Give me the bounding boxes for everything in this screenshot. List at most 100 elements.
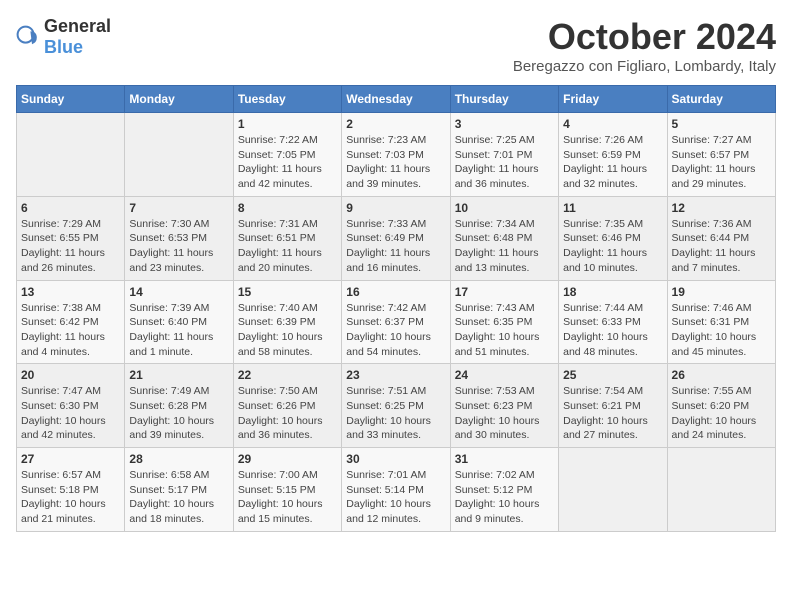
day-detail: Sunrise: 7:51 AMSunset: 6:25 PMDaylight:… bbox=[346, 384, 445, 443]
title-area: October 2024 Beregazzo con Figliaro, Lom… bbox=[513, 16, 776, 75]
day-number: 6 bbox=[21, 201, 120, 215]
calendar-cell: 21 Sunrise: 7:49 AMSunset: 6:28 PMDayligh… bbox=[125, 364, 233, 448]
calendar-cell: 7 Sunrise: 7:30 AMSunset: 6:53 PMDaylight… bbox=[125, 196, 233, 280]
calendar-cell: 9Sunrise: 7:33 AMSunset: 6:49 PMDaylight… bbox=[342, 196, 450, 280]
calendar-week-row: 6 Sunrise: 7:29 AMSunset: 6:55 PMDaylight… bbox=[17, 196, 776, 280]
calendar-cell: 4 Sunrise: 7:26 AMSunset: 6:59 PMDaylight… bbox=[559, 113, 667, 197]
day-detail: Sunrise: 7:02 AMSunset: 5:12 PMDaylight:… bbox=[455, 468, 554, 527]
day-detail: Sunrise: 7:27 AMSunset: 6:57 PMDaylight:… bbox=[672, 133, 771, 192]
day-number: 11 bbox=[563, 201, 662, 215]
day-number: 19 bbox=[672, 285, 771, 299]
day-number: 2 bbox=[346, 117, 445, 131]
day-number: 7 bbox=[129, 201, 228, 215]
calendar-cell: 22 Sunrise: 7:50 AMSunset: 6:26 PMDayligh… bbox=[233, 364, 341, 448]
calendar-cell: 29Sunrise: 7:00 AMSunset: 5:15 PMDayligh… bbox=[233, 448, 341, 532]
day-detail: Sunrise: 7:54 AMSunset: 6:21 PMDaylight:… bbox=[563, 384, 662, 443]
logo: General Blue bbox=[16, 16, 111, 58]
day-detail: Sunrise: 7:01 AMSunset: 5:14 PMDaylight:… bbox=[346, 468, 445, 527]
day-number: 27 bbox=[21, 452, 120, 466]
day-number: 12 bbox=[672, 201, 771, 215]
calendar-cell bbox=[667, 448, 775, 532]
calendar-cell: 17Sunrise: 7:43 AMSunset: 6:35 PMDayligh… bbox=[450, 280, 558, 364]
calendar-body: 1 Sunrise: 7:22 AMSunset: 7:05 PMDaylight… bbox=[17, 113, 776, 532]
weekday-header-cell: Tuesday bbox=[233, 86, 341, 113]
day-detail: Sunrise: 7:53 AMSunset: 6:23 PMDaylight:… bbox=[455, 384, 554, 443]
calendar-week-row: 27 Sunrise: 6:57 AMSunset: 5:18 PMDayligh… bbox=[17, 448, 776, 532]
calendar-cell: 12 Sunrise: 7:36 AMSunset: 6:44 PMDayligh… bbox=[667, 196, 775, 280]
day-number: 18 bbox=[563, 285, 662, 299]
calendar-cell: 27 Sunrise: 6:57 AMSunset: 5:18 PMDayligh… bbox=[17, 448, 125, 532]
day-detail: Sunrise: 7:22 AMSunset: 7:05 PMDaylight:… bbox=[238, 133, 337, 192]
calendar-cell: 1 Sunrise: 7:22 AMSunset: 7:05 PMDaylight… bbox=[233, 113, 341, 197]
day-detail: Sunrise: 7:46 AMSunset: 6:31 PMDaylight:… bbox=[672, 301, 771, 360]
calendar-cell: 14Sunrise: 7:39 AMSunset: 6:40 PMDayligh… bbox=[125, 280, 233, 364]
calendar-week-row: 13 Sunrise: 7:38 AMSunset: 6:42 PMDayligh… bbox=[17, 280, 776, 364]
day-number: 4 bbox=[563, 117, 662, 131]
calendar-table: SundayMondayTuesdayWednesdayThursdayFrid… bbox=[16, 85, 776, 532]
day-number: 25 bbox=[563, 368, 662, 382]
calendar-cell: 18 Sunrise: 7:44 AMSunset: 6:33 PMDayligh… bbox=[559, 280, 667, 364]
month-title: October 2024 bbox=[513, 16, 776, 58]
day-detail: Sunrise: 7:50 AMSunset: 6:26 PMDaylight:… bbox=[238, 384, 337, 443]
day-detail: Sunrise: 7:49 AMSunset: 6:28 PMDaylight:… bbox=[129, 384, 228, 443]
day-detail: Sunrise: 7:30 AMSunset: 6:53 PMDaylight:… bbox=[129, 217, 228, 276]
calendar-week-row: 1 Sunrise: 7:22 AMSunset: 7:05 PMDaylight… bbox=[17, 113, 776, 197]
logo-text-blue: Blue bbox=[44, 37, 83, 57]
calendar-cell: 20 Sunrise: 7:47 AMSunset: 6:30 PMDayligh… bbox=[17, 364, 125, 448]
day-number: 14 bbox=[129, 285, 228, 299]
calendar-week-row: 20 Sunrise: 7:47 AMSunset: 6:30 PMDayligh… bbox=[17, 364, 776, 448]
calendar-cell: 19 Sunrise: 7:46 AMSunset: 6:31 PMDayligh… bbox=[667, 280, 775, 364]
day-number: 30 bbox=[346, 452, 445, 466]
weekday-header-cell: Friday bbox=[559, 86, 667, 113]
logo-text-general: General bbox=[44, 16, 111, 36]
day-detail: Sunrise: 7:31 AMSunset: 6:51 PMDaylight:… bbox=[238, 217, 337, 276]
weekday-header-cell: Thursday bbox=[450, 86, 558, 113]
calendar-cell bbox=[559, 448, 667, 532]
calendar-cell: 15Sunrise: 7:40 AMSunset: 6:39 PMDayligh… bbox=[233, 280, 341, 364]
day-number: 23 bbox=[346, 368, 445, 382]
day-number: 10 bbox=[455, 201, 554, 215]
day-number: 28 bbox=[129, 452, 228, 466]
day-number: 29 bbox=[238, 452, 337, 466]
calendar-cell: 31 Sunrise: 7:02 AMSunset: 5:12 PMDayligh… bbox=[450, 448, 558, 532]
day-detail: Sunrise: 7:44 AMSunset: 6:33 PMDaylight:… bbox=[563, 301, 662, 360]
day-number: 3 bbox=[455, 117, 554, 131]
day-number: 20 bbox=[21, 368, 120, 382]
day-detail: Sunrise: 7:55 AMSunset: 6:20 PMDaylight:… bbox=[672, 384, 771, 443]
logo-icon bbox=[16, 25, 40, 49]
calendar-cell: 5 Sunrise: 7:27 AMSunset: 6:57 PMDaylight… bbox=[667, 113, 775, 197]
calendar-cell: 3Sunrise: 7:25 AMSunset: 7:01 PMDaylight… bbox=[450, 113, 558, 197]
calendar-cell: 6 Sunrise: 7:29 AMSunset: 6:55 PMDaylight… bbox=[17, 196, 125, 280]
day-detail: Sunrise: 7:43 AMSunset: 6:35 PMDaylight:… bbox=[455, 301, 554, 360]
calendar-cell: 25 Sunrise: 7:54 AMSunset: 6:21 PMDayligh… bbox=[559, 364, 667, 448]
weekday-header-cell: Monday bbox=[125, 86, 233, 113]
calendar-cell: 8Sunrise: 7:31 AMSunset: 6:51 PMDaylight… bbox=[233, 196, 341, 280]
weekday-header-cell: Wednesday bbox=[342, 86, 450, 113]
calendar-cell: 26Sunrise: 7:55 AMSunset: 6:20 PMDayligh… bbox=[667, 364, 775, 448]
weekday-header-cell: Saturday bbox=[667, 86, 775, 113]
day-number: 13 bbox=[21, 285, 120, 299]
weekday-header-row: SundayMondayTuesdayWednesdayThursdayFrid… bbox=[17, 86, 776, 113]
day-number: 21 bbox=[129, 368, 228, 382]
day-detail: Sunrise: 7:42 AMSunset: 6:37 PMDaylight:… bbox=[346, 301, 445, 360]
day-detail: Sunrise: 7:47 AMSunset: 6:30 PMDaylight:… bbox=[21, 384, 120, 443]
calendar-cell: 24Sunrise: 7:53 AMSunset: 6:23 PMDayligh… bbox=[450, 364, 558, 448]
day-number: 5 bbox=[672, 117, 771, 131]
day-detail: Sunrise: 7:29 AMSunset: 6:55 PMDaylight:… bbox=[21, 217, 120, 276]
day-detail: Sunrise: 7:38 AMSunset: 6:42 PMDaylight:… bbox=[21, 301, 120, 360]
day-number: 9 bbox=[346, 201, 445, 215]
calendar-cell bbox=[17, 113, 125, 197]
day-detail: Sunrise: 7:26 AMSunset: 6:59 PMDaylight:… bbox=[563, 133, 662, 192]
day-detail: Sunrise: 7:23 AMSunset: 7:03 PMDaylight:… bbox=[346, 133, 445, 192]
day-detail: Sunrise: 7:34 AMSunset: 6:48 PMDaylight:… bbox=[455, 217, 554, 276]
calendar-cell: 10 Sunrise: 7:34 AMSunset: 6:48 PMDayligh… bbox=[450, 196, 558, 280]
day-number: 22 bbox=[238, 368, 337, 382]
day-detail: Sunrise: 7:36 AMSunset: 6:44 PMDaylight:… bbox=[672, 217, 771, 276]
location-title: Beregazzo con Figliaro, Lombardy, Italy bbox=[513, 58, 776, 75]
day-number: 15 bbox=[238, 285, 337, 299]
day-number: 31 bbox=[455, 452, 554, 466]
day-detail: Sunrise: 6:57 AMSunset: 5:18 PMDaylight:… bbox=[21, 468, 120, 527]
day-detail: Sunrise: 6:58 AMSunset: 5:17 PMDaylight:… bbox=[129, 468, 228, 527]
calendar-cell: 30 Sunrise: 7:01 AMSunset: 5:14 PMDayligh… bbox=[342, 448, 450, 532]
day-number: 1 bbox=[238, 117, 337, 131]
